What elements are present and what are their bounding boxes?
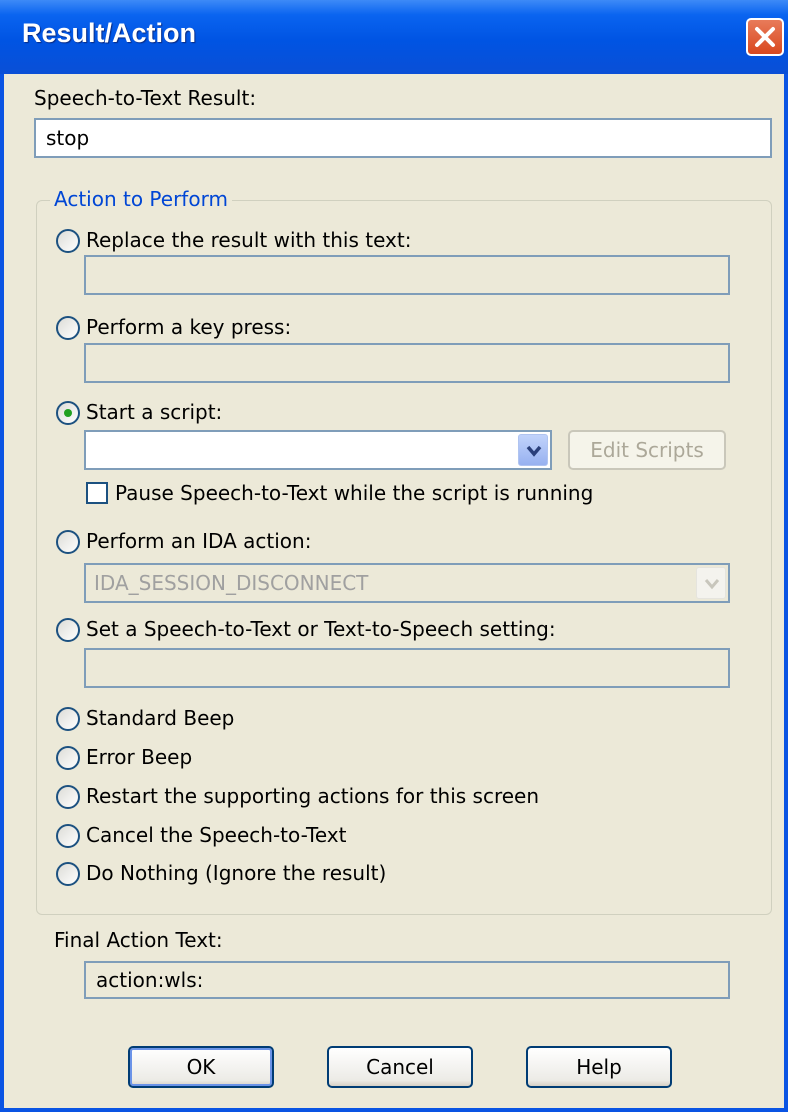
radio-keypress[interactable] xyxy=(56,316,80,340)
final-action-label: Final Action Text: xyxy=(54,928,223,952)
radio-cancel-stt-label: Cancel the Speech-to-Text xyxy=(86,823,347,847)
radio-restart-actions[interactable] xyxy=(56,785,80,809)
radio-setting[interactable] xyxy=(56,618,80,642)
action-group-legend: Action to Perform xyxy=(50,187,232,211)
chevron-down-icon xyxy=(526,445,542,457)
radio-error-beep-label: Error Beep xyxy=(86,745,193,769)
radio-do-nothing[interactable] xyxy=(56,862,80,886)
result-value: stop xyxy=(46,126,90,150)
radio-cancel-stt[interactable] xyxy=(56,824,80,848)
radio-selected-dot xyxy=(64,409,72,417)
radio-replace[interactable] xyxy=(56,229,80,253)
radio-standard-beep[interactable] xyxy=(56,707,80,731)
close-icon xyxy=(755,27,775,47)
radio-start-script-label: Start a script: xyxy=(86,400,223,424)
help-button[interactable]: Help xyxy=(526,1046,672,1088)
result-label: Speech-to-Text Result: xyxy=(34,86,257,110)
radio-keypress-label: Perform a key press: xyxy=(86,315,292,339)
script-select[interactable] xyxy=(84,430,552,470)
radio-replace-label: Replace the result with this text: xyxy=(86,228,412,252)
radio-start-script[interactable] xyxy=(56,401,80,425)
result-input[interactable]: stop xyxy=(34,118,772,158)
script-dropdown-button[interactable] xyxy=(518,434,548,466)
radio-error-beep[interactable] xyxy=(56,746,80,770)
setting-input[interactable] xyxy=(84,648,730,688)
pause-stt-checkbox[interactable] xyxy=(86,482,108,504)
close-button[interactable] xyxy=(746,18,784,56)
ida-action-select[interactable]: IDA_SESSION_DISCONNECT xyxy=(84,563,730,603)
pause-stt-label: Pause Speech-to-Text while the script is… xyxy=(115,481,594,505)
radio-restart-actions-label: Restart the supporting actions for this … xyxy=(86,784,540,808)
cancel-button[interactable]: Cancel xyxy=(327,1046,473,1088)
replace-text-input[interactable] xyxy=(84,255,730,295)
keypress-input[interactable] xyxy=(84,343,730,383)
radio-do-nothing-label: Do Nothing (Ignore the result) xyxy=(86,861,387,885)
edit-scripts-button[interactable]: Edit Scripts xyxy=(568,430,726,470)
title-bar[interactable]: Result/Action xyxy=(0,0,788,74)
ok-button[interactable]: OK xyxy=(128,1046,274,1088)
radio-ida-action-label: Perform an IDA action: xyxy=(86,529,312,553)
radio-setting-label: Set a Speech-to-Text or Text-to-Speech s… xyxy=(86,617,556,641)
ida-dropdown-button[interactable] xyxy=(696,567,726,599)
radio-standard-beep-label: Standard Beep xyxy=(86,706,235,730)
radio-ida-action[interactable] xyxy=(56,530,80,554)
window-title: Result/Action xyxy=(22,18,197,48)
chevron-down-icon xyxy=(704,579,720,590)
final-action-text: action:wls: xyxy=(84,961,730,999)
